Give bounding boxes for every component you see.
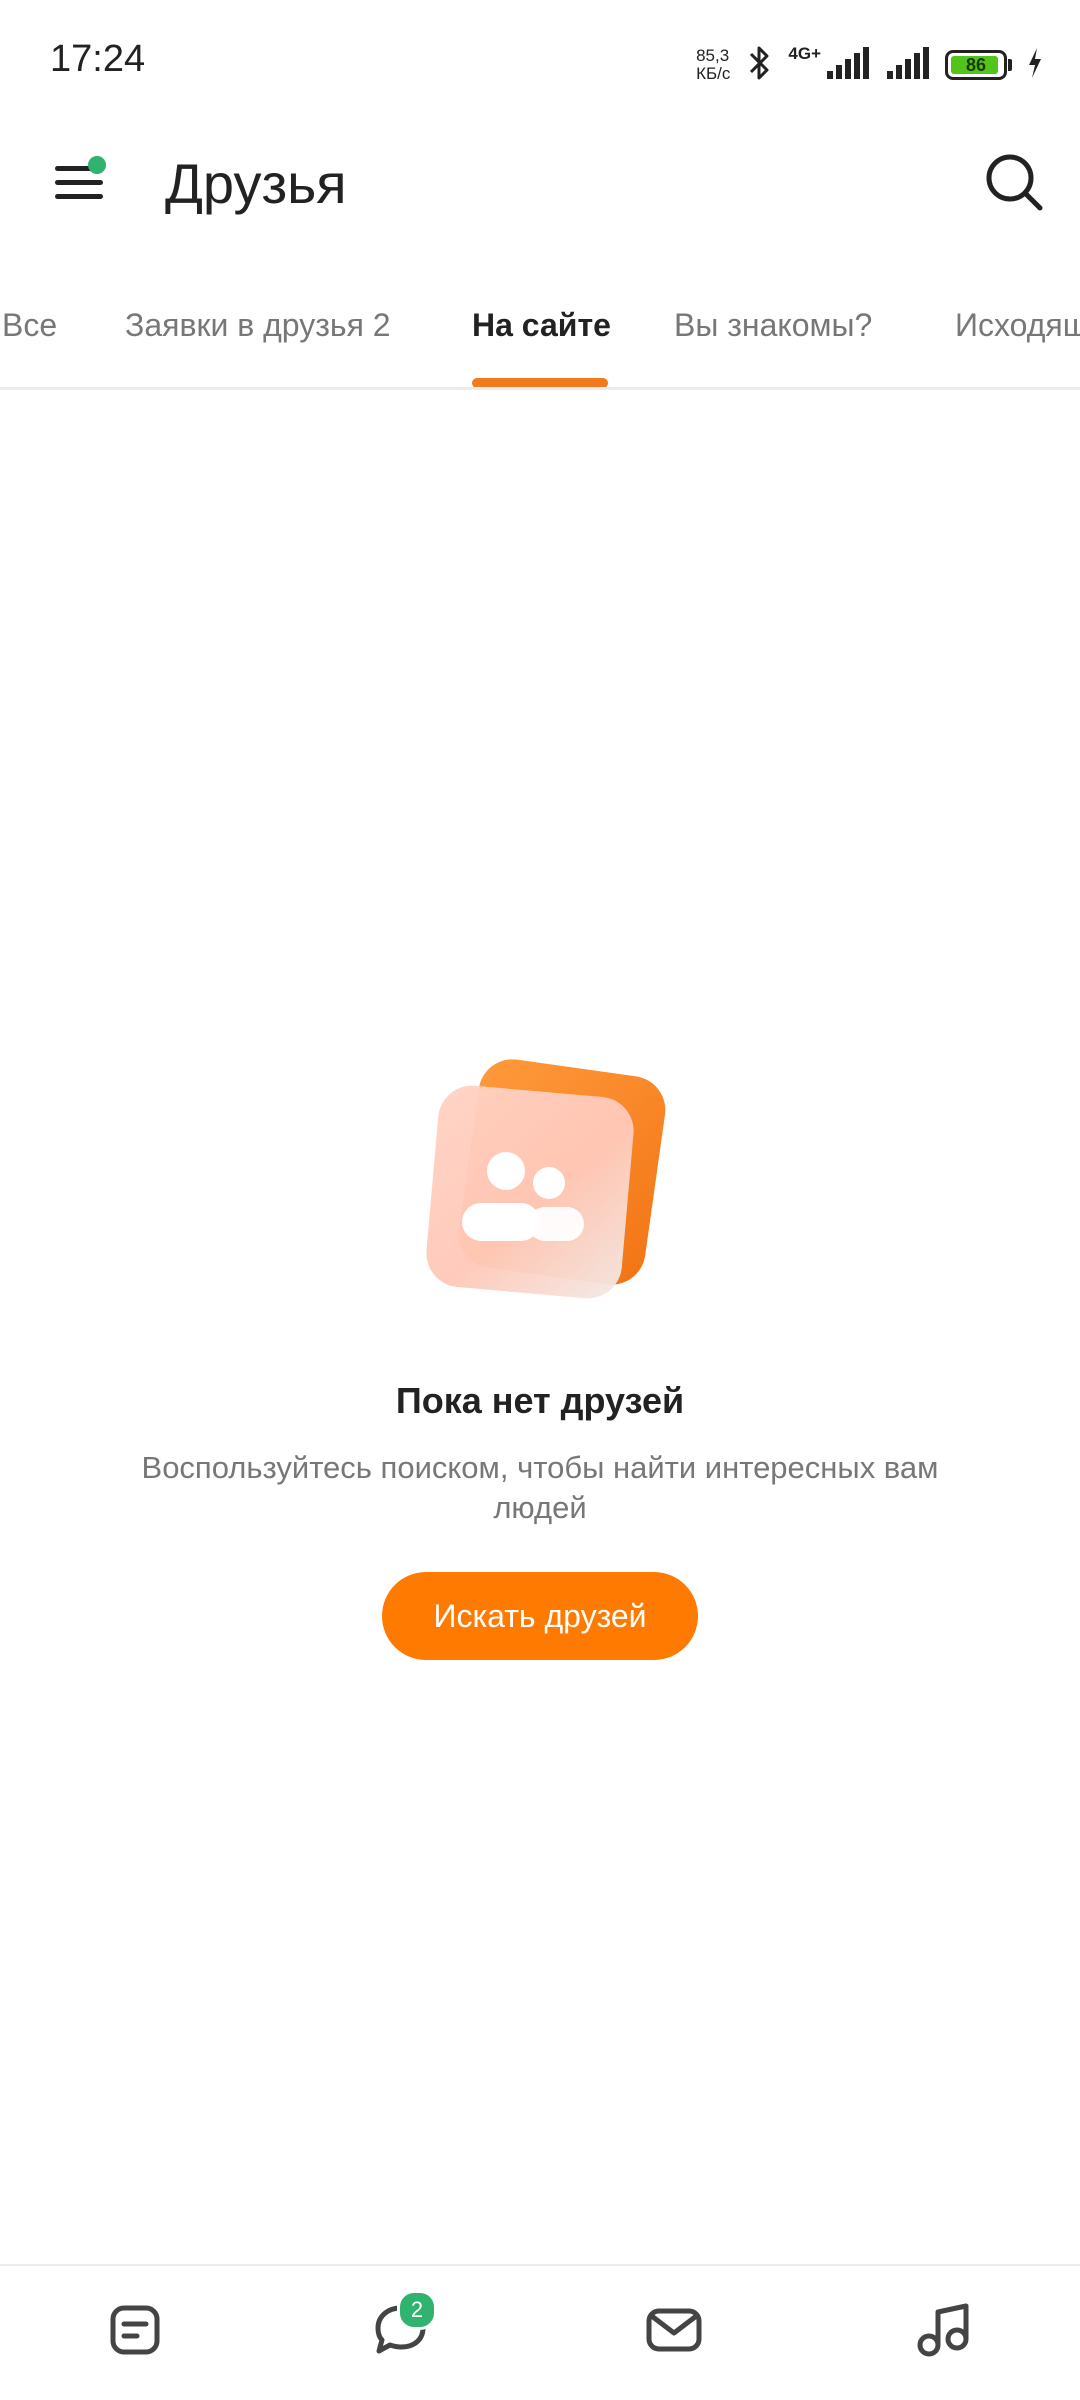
signal-icon xyxy=(885,45,931,86)
page-title: Друзья xyxy=(165,152,347,215)
music-icon xyxy=(914,2300,974,2365)
nav-music[interactable] xyxy=(908,2296,980,2368)
signal-icon xyxy=(825,45,871,86)
friends-icon xyxy=(410,1055,680,1325)
network-speed-unit: КБ/с xyxy=(696,64,731,83)
network-type-label: 4G+ xyxy=(788,43,821,63)
friends-screen: 17:24 85,3 КБ/с 4G+ 86 Друзья Все Заявки… xyxy=(0,0,1080,2400)
status-icons: 85,3 КБ/с 4G+ 86 xyxy=(696,40,1044,90)
network-speed-value: 85,3 xyxy=(696,46,730,65)
nav-messages[interactable] xyxy=(638,2296,710,2368)
search-friends-button[interactable]: Искать друзей xyxy=(382,1572,698,1660)
tab-friend-requests[interactable]: Заявки в друзья 2 xyxy=(125,305,391,345)
empty-state-description: Воспользуйтесь поиском, чтобы найти инте… xyxy=(141,1450,939,1525)
discussions-badge: 2 xyxy=(397,2290,437,2330)
tab-online[interactable]: На сайте xyxy=(472,305,611,345)
battery-body: 86 xyxy=(945,50,1007,80)
menu-button[interactable] xyxy=(44,148,116,220)
network-speed: 85,3 КБ/с xyxy=(696,47,730,83)
notification-dot xyxy=(88,156,106,174)
battery-level: 86 xyxy=(965,54,987,75)
search-button[interactable] xyxy=(978,148,1050,220)
charging-icon xyxy=(1026,46,1044,85)
tab-do-you-know[interactable]: Вы знакомы? xyxy=(674,305,872,345)
tab-outgoing[interactable]: Исходящ xyxy=(955,305,1080,345)
friends-tabs: Все Заявки в друзья 2 На сайте Вы знаком… xyxy=(0,285,1080,390)
search-icon xyxy=(984,152,1044,217)
nav-discussions[interactable]: 2 xyxy=(365,2290,437,2368)
battery-cap xyxy=(1008,59,1012,71)
mobile-network-indicator: 4G+ xyxy=(788,43,871,86)
nav-feed[interactable] xyxy=(99,2296,171,2368)
tab-all[interactable]: Все xyxy=(2,305,57,345)
feed-icon xyxy=(107,2302,163,2363)
bottom-navigation: 2 xyxy=(0,2264,1080,2400)
active-tab-indicator xyxy=(472,378,608,387)
status-time: 17:24 xyxy=(50,38,146,80)
status-bar: 17:24 85,3 КБ/с 4G+ 86 xyxy=(0,0,1080,120)
battery-icon: 86 xyxy=(945,50,1012,80)
bluetooth-icon xyxy=(744,43,774,88)
messages-icon xyxy=(644,2302,704,2363)
app-header: Друзья xyxy=(0,120,1080,245)
empty-state-title: Пока нет друзей xyxy=(395,1380,685,1421)
